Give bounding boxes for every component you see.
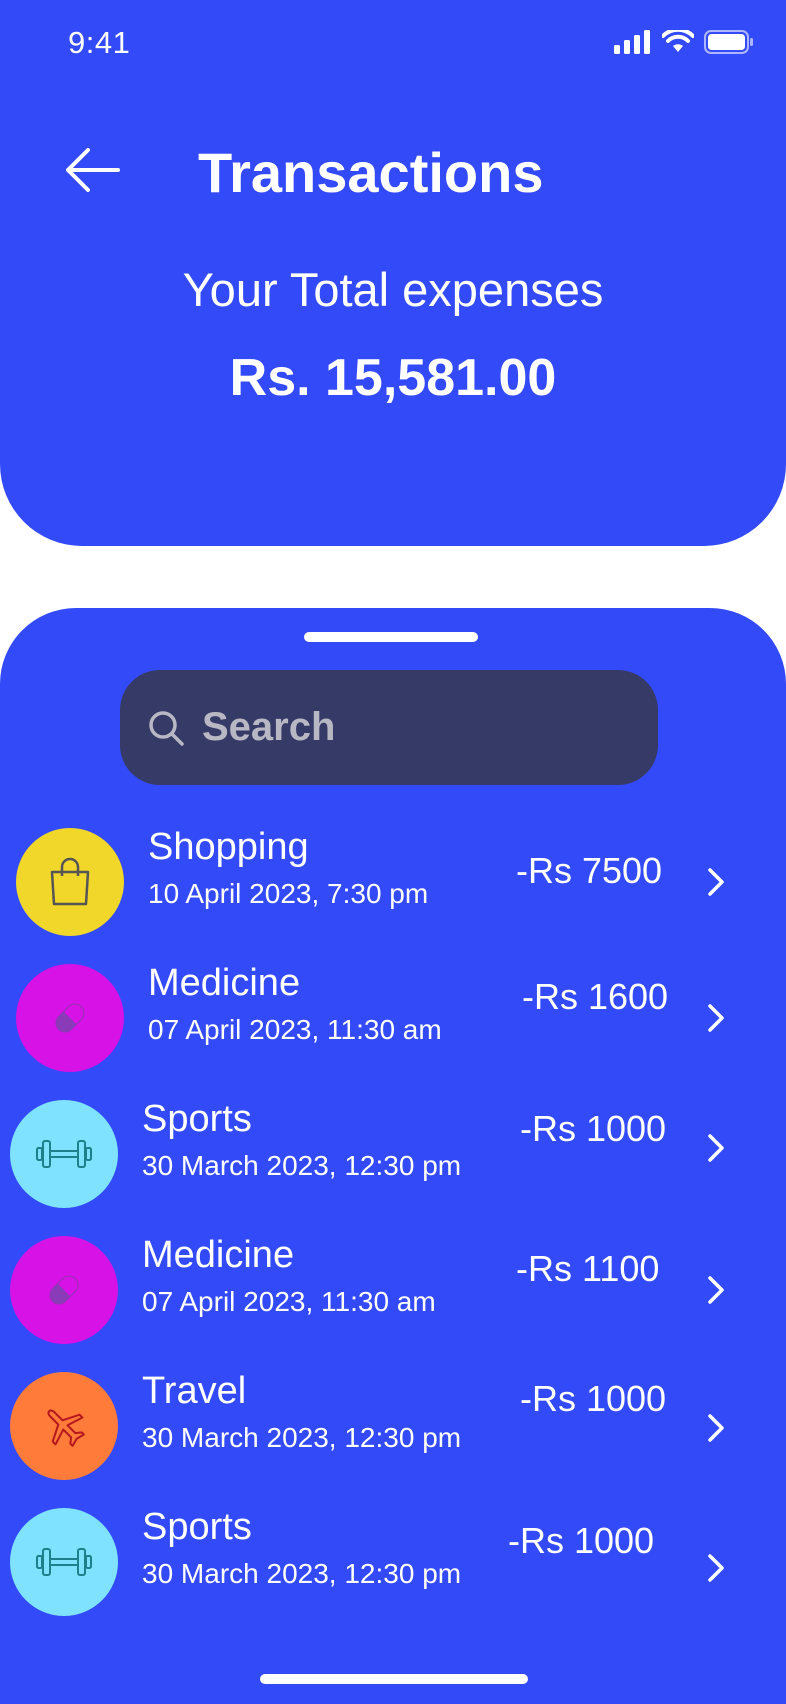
transaction-row[interactable]: Medicine 07 April 2023, 11:30 am -Rs 110… — [0, 1234, 786, 1354]
signal-icon — [614, 30, 650, 54]
battery-icon — [704, 30, 753, 54]
transaction-amount: -Rs 7500 — [516, 850, 663, 891]
transaction-datetime: 30 March 2023, 12:30 pm — [142, 1150, 462, 1181]
transaction-row[interactable]: Travel 30 March 2023, 12:30 pm -Rs 1000 — [0, 1370, 786, 1490]
transaction-amount: -Rs 1100 — [516, 1248, 660, 1289]
pill-icon — [49, 1275, 79, 1305]
transaction-datetime: 30 March 2023, 12:30 pm — [142, 1558, 462, 1589]
transaction-datetime: 07 April 2023, 11:30 am — [148, 1014, 442, 1045]
chevron-right-icon[interactable] — [704, 1132, 728, 1164]
chevron-right-icon[interactable] — [704, 1002, 728, 1034]
sheet-grabber[interactable] — [304, 632, 478, 642]
status-time: 9:41 — [68, 25, 131, 60]
page-title: Transactions — [198, 141, 544, 204]
chevron-right-icon[interactable] — [704, 1412, 728, 1444]
shopping-bag-icon — [50, 857, 90, 906]
wifi-icon — [662, 30, 694, 52]
chevron-right-icon[interactable] — [704, 1552, 728, 1584]
transaction-datetime: 10 April 2023, 7:30 pm — [148, 878, 429, 909]
category-avatar — [10, 1100, 118, 1208]
transactions-sheet: Search Shopping 10 April 2023, 7:30 pm -… — [0, 608, 786, 1704]
dumbbell-icon — [36, 1140, 92, 1168]
transaction-category: Travel — [142, 1370, 247, 1412]
transaction-category: Medicine — [142, 1234, 295, 1276]
transaction-datetime: 07 April 2023, 11:30 am — [142, 1286, 436, 1317]
transaction-row[interactable]: Medicine 07 April 2023, 11:30 am -Rs 160… — [0, 962, 786, 1082]
transaction-datetime: 30 March 2023, 12:30 pm — [142, 1422, 462, 1453]
transaction-row[interactable]: Sports 30 March 2023, 12:30 pm -Rs 1000 — [0, 1506, 786, 1626]
transaction-category: Shopping — [148, 826, 309, 868]
back-arrow-icon[interactable] — [62, 145, 122, 195]
transaction-amount: -Rs 1000 — [508, 1520, 655, 1561]
transaction-amount: -Rs 1000 — [520, 1108, 667, 1149]
category-avatar — [10, 1236, 118, 1344]
airplane-icon — [47, 1409, 85, 1447]
home-indicator[interactable] — [260, 1674, 528, 1684]
dumbbell-icon — [36, 1548, 92, 1576]
transaction-category: Sports — [142, 1098, 252, 1140]
category-avatar — [10, 1372, 118, 1480]
category-avatar — [16, 964, 124, 1072]
transaction-amount: -Rs 1600 — [522, 976, 669, 1017]
search-input[interactable]: Search — [120, 670, 658, 785]
pill-icon — [55, 1003, 85, 1033]
category-avatar — [10, 1508, 118, 1616]
total-expenses-value: Rs. 15,581.00 — [229, 349, 557, 407]
transaction-category: Medicine — [148, 962, 301, 1004]
total-expenses-label: Your Total expenses — [182, 263, 604, 316]
search-placeholder: Search — [202, 705, 336, 749]
category-avatar — [16, 828, 124, 936]
search-icon — [149, 710, 184, 746]
transaction-row[interactable]: Shopping 10 April 2023, 7:30 pm -Rs 7500 — [0, 826, 786, 946]
transaction-category: Sports — [142, 1506, 252, 1548]
chevron-right-icon[interactable] — [704, 866, 728, 898]
transaction-row[interactable]: Sports 30 March 2023, 12:30 pm -Rs 1000 — [0, 1098, 786, 1218]
chevron-right-icon[interactable] — [704, 1274, 728, 1306]
header: 9:41 Transactions Your Total expenses Rs… — [0, 0, 786, 546]
status-icons — [614, 30, 754, 54]
transaction-amount: -Rs 1000 — [520, 1378, 667, 1419]
